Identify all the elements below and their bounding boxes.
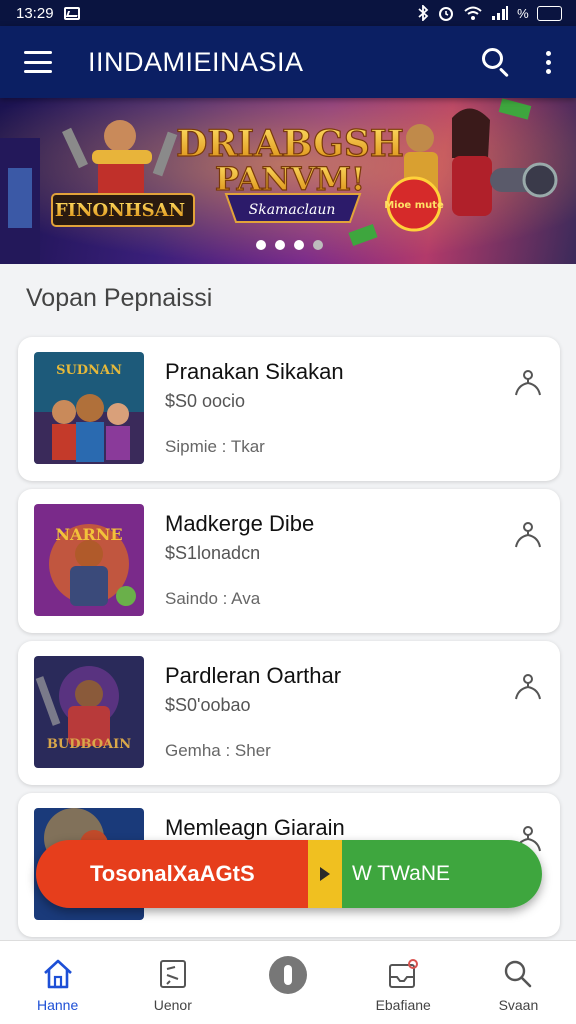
bottom-nav: Hanne Uenor Ebafiane Svaan: [0, 940, 576, 1024]
banner-headline-line1: DRIABGSH: [176, 123, 404, 165]
game-price: $S1lonadcn: [165, 543, 261, 563]
nav-label: Svaan: [498, 997, 539, 1013]
menu-icon[interactable]: [24, 51, 52, 73]
carousel-indicator[interactable]: [256, 240, 323, 250]
game-price: $S0 oocio: [165, 391, 246, 411]
game-meta: Saindo : Ava: [165, 589, 261, 608]
notification-icon: [63, 6, 80, 20]
nav-label: Uenor: [153, 997, 192, 1013]
home-icon: [43, 959, 72, 989]
bluetooth-icon: [418, 5, 429, 21]
banner-subtitle: Skamaclaun: [249, 202, 336, 218]
nav-item-home[interactable]: Hanne: [0, 941, 115, 1024]
status-bar: 13:29 % ​: [0, 0, 576, 26]
game-meta: Gemha : Sher: [165, 741, 271, 760]
wifi-icon: [464, 6, 482, 20]
game-card[interactable]: SUDNAN Pranakan Sikakan $S0 oocio Sipmie…: [18, 337, 560, 481]
search-icon[interactable]: [476, 42, 516, 82]
user-icon[interactable]: [510, 365, 546, 401]
thumbnail-title: SUDNAN: [56, 363, 122, 378]
game-meta: Sipmie : Tkar: [165, 437, 265, 456]
carousel-dot[interactable]: [256, 240, 266, 250]
game-thumbnail: SUDNAN: [34, 352, 144, 464]
game-price: $S0'oobao: [165, 695, 251, 715]
center-button-icon: [269, 956, 307, 994]
game-title: Memleagn Giarain: [165, 815, 345, 840]
thumbnail-title: NARNE: [55, 525, 122, 544]
cta-left-label: TosonalXaAGtS: [36, 840, 308, 908]
nav-label: Ebafiane: [375, 997, 431, 1013]
cta-button[interactable]: TosonalXaAGtS W TWaNE: [36, 840, 542, 908]
document-icon: [159, 960, 186, 988]
battery-icon: ​: [536, 5, 562, 21]
more-options-icon[interactable]: [538, 42, 558, 82]
section-title: Vopan Pepnaissi: [26, 284, 213, 312]
carousel-dot[interactable]: [294, 240, 304, 250]
banner-headline-line2: PANVM!: [215, 160, 365, 198]
carousel-dot[interactable]: [313, 240, 323, 250]
alarm-icon: [439, 7, 454, 21]
user-icon[interactable]: [510, 669, 546, 705]
game-card[interactable]: NARNE Madkerge Dibe $S1lonadcn Saindo : …: [18, 489, 560, 633]
game-thumbnail: BUDBOAIN: [34, 656, 144, 768]
app-title: IINDAMIEINASIA: [88, 46, 304, 77]
user-icon[interactable]: [510, 517, 546, 553]
game-thumbnail: NARNE: [34, 504, 144, 616]
inbox-icon: [389, 959, 419, 988]
cta-right-label: W TWaNE: [342, 840, 542, 908]
banner-badge: Mioe mute: [384, 200, 444, 211]
nav-item-ebafiane[interactable]: Ebafiane: [346, 941, 461, 1024]
game-title: Madkerge Dibe: [165, 511, 315, 536]
signal-icon: [492, 6, 509, 20]
carousel-dot[interactable]: [275, 240, 285, 250]
banner-left-logo: FINONHSAN: [55, 200, 185, 221]
search-icon: [505, 960, 532, 988]
nav-item-center[interactable]: [230, 941, 345, 1024]
play-icon: [308, 840, 342, 908]
nav-label: Hanne: [36, 997, 79, 1013]
nav-item-uenor[interactable]: Uenor: [115, 941, 230, 1024]
status-time: 13:29: [16, 4, 54, 22]
app-bar: IINDAMIEINASIA: [0, 26, 576, 98]
game-title: Pardleran Oarthar: [165, 663, 342, 688]
nav-item-search[interactable]: Svaan: [461, 941, 576, 1024]
game-title: Pranakan Sikakan: [165, 359, 344, 384]
game-card[interactable]: BUDBOAIN Pardleran Oarthar $S0'oobao Gem…: [18, 641, 560, 785]
thumbnail-title: BUDBOAIN: [47, 737, 131, 752]
battery-percent: %: [517, 5, 529, 21]
